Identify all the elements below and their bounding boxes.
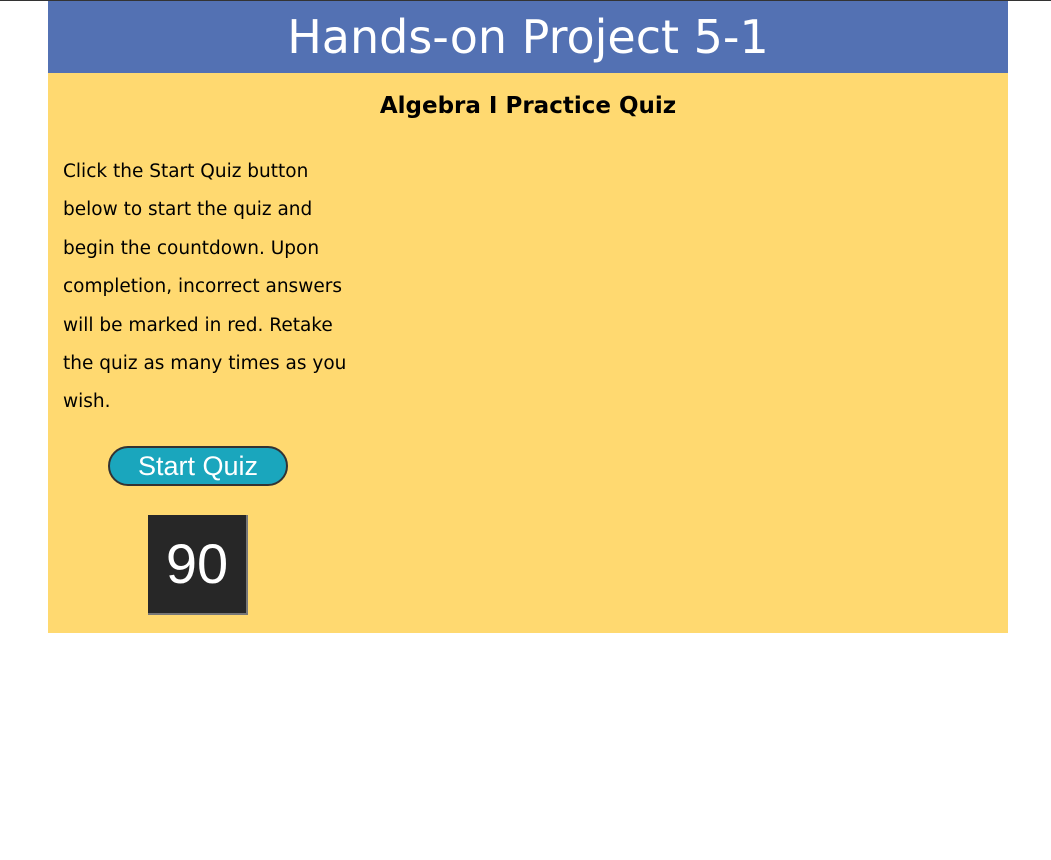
page-banner-title: Hands-on Project 5-1 [48,1,1008,73]
countdown-timer: 90 [148,515,248,615]
quiz-title: Algebra I Practice Quiz [379,93,677,119]
start-quiz-button[interactable]: Start Quiz [108,446,288,486]
quiz-instructions: Click the Start Quiz button below to sta… [63,161,347,413]
quiz-page: Hands-on Project 5-1 Algebra I Practice … [48,1,1008,633]
